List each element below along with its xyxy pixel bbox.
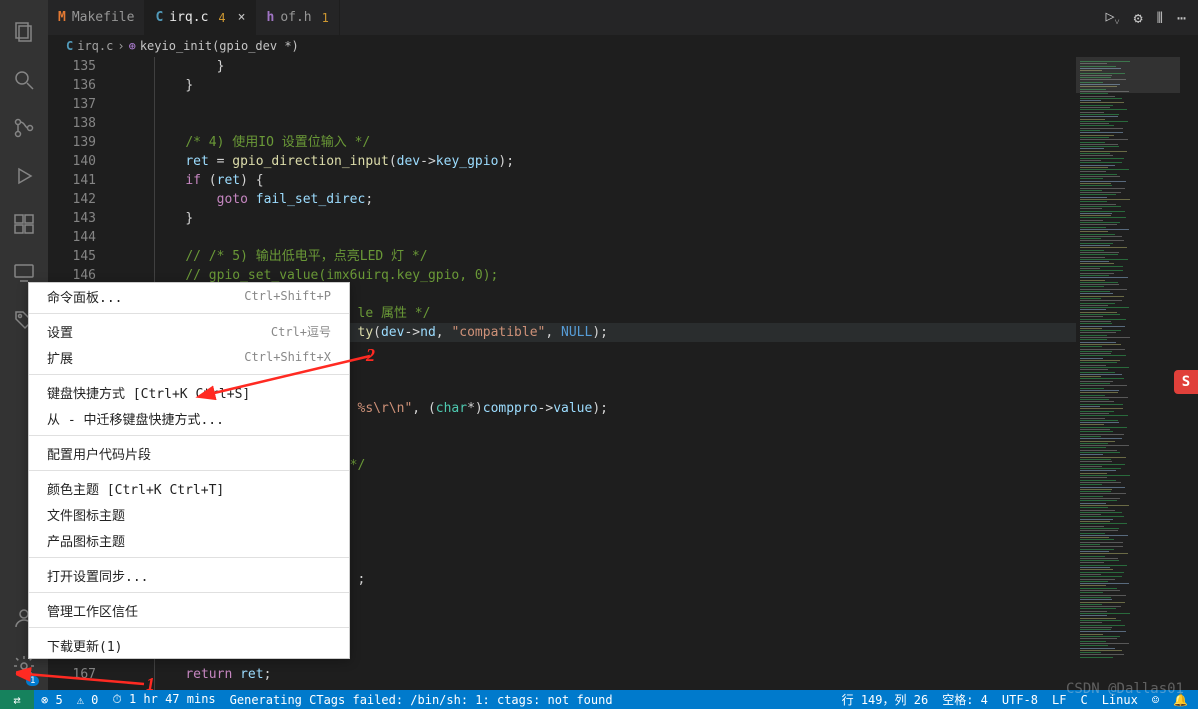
- status-encoding[interactable]: UTF-8: [995, 690, 1045, 709]
- menu-item[interactable]: 下载更新(1): [29, 632, 349, 658]
- symbol-icon: ⊕: [129, 39, 136, 53]
- code-line[interactable]: if (ret) {: [118, 171, 1076, 190]
- menu-item-shortcut: Ctrl+Shift+X: [244, 350, 331, 364]
- menu-item-label: 管理工作区信任: [47, 601, 138, 620]
- code-line[interactable]: }: [118, 76, 1076, 95]
- menu-item-label: 命令面板...: [47, 287, 122, 306]
- run-icon[interactable]: ▷˅: [1106, 7, 1120, 28]
- menu-item[interactable]: 设置 Ctrl+逗号: [29, 318, 349, 344]
- code-line[interactable]: // /* 5) 输出低电平，点亮LED 灯 */: [118, 247, 1076, 266]
- menu-separator: [29, 313, 349, 314]
- manage-context-menu: 命令面板... Ctrl+Shift+P 设置 Ctrl+逗号扩展 Ctrl+Shift…: [28, 282, 350, 659]
- dirty-indicator: 1: [322, 11, 329, 25]
- file-type-icon: C: [66, 39, 73, 53]
- remote-indicator[interactable]: ⇄: [0, 690, 34, 709]
- file-type-icon: C: [155, 10, 163, 25]
- menu-separator: [29, 592, 349, 593]
- tab-label: of.h: [280, 10, 311, 25]
- code-line[interactable]: [118, 228, 1076, 247]
- breadcrumb-symbol: keyio_init(gpio_dev *): [140, 39, 299, 53]
- status-timer[interactable]: ⏱ 1 hr 47 mins: [105, 690, 222, 709]
- status-bar: ⇄ ⊗ 5 ⚠ 0 ⏱ 1 hr 47 mins Generating CTag…: [0, 690, 1198, 709]
- tab-irq-c[interactable]: Cirq.c 4 ×: [145, 0, 256, 35]
- status-indent[interactable]: 空格: 4: [935, 690, 995, 709]
- watermark: CSDN @Dallas01: [1066, 681, 1184, 697]
- menu-separator: [29, 435, 349, 436]
- breadcrumb[interactable]: C irq.c › ⊕ keyio_init(gpio_dev *): [48, 35, 1198, 57]
- more-icon[interactable]: ⋯: [1177, 9, 1186, 27]
- menu-separator: [29, 470, 349, 471]
- menu-item-label: 设置: [47, 322, 73, 341]
- menu-item-label: 颜色主题 [Ctrl+K Ctrl+T]: [47, 479, 224, 498]
- menu-item[interactable]: 配置用户代码片段: [29, 440, 349, 466]
- status-message[interactable]: Generating CTags failed: /bin/sh: 1: cta…: [223, 690, 620, 709]
- code-line[interactable]: goto fail_set_direc;: [118, 190, 1076, 209]
- breadcrumb-file: irq.c: [77, 39, 113, 53]
- close-icon[interactable]: ×: [238, 10, 246, 25]
- menu-separator: [29, 374, 349, 375]
- menu-item[interactable]: 管理工作区信任: [29, 597, 349, 623]
- menu-item[interactable]: 文件图标主题: [29, 501, 349, 527]
- side-badge: S: [1174, 370, 1198, 394]
- run-debug-icon[interactable]: [0, 152, 48, 200]
- menu-item-shortcut: Ctrl+逗号: [271, 323, 331, 340]
- code-line[interactable]: return ret;: [118, 665, 1076, 684]
- tab-label: irq.c: [169, 10, 208, 25]
- menu-item-label: 从 - 中迁移键盘快捷方式...: [47, 409, 224, 428]
- menu-separator: [29, 627, 349, 628]
- menu-item[interactable]: 产品图标主题: [29, 527, 349, 553]
- menu-item-shortcut: Ctrl+Shift+P: [244, 289, 331, 303]
- menu-item-label: 配置用户代码片段: [47, 444, 151, 463]
- code-line[interactable]: [118, 95, 1076, 114]
- extensions-icon[interactable]: [0, 200, 48, 248]
- code-line[interactable]: /* 4) 使用IO 设置位输入 */: [118, 133, 1076, 152]
- menu-item[interactable]: 键盘快捷方式 [Ctrl+K Ctrl+S]: [29, 379, 349, 405]
- settings-gear-icon[interactable]: ⚙: [1134, 9, 1143, 27]
- source-control-icon[interactable]: [0, 104, 48, 152]
- minimap[interactable]: [1076, 57, 1180, 690]
- menu-item-label: 产品图标主题: [47, 531, 125, 550]
- menu-item-label: 键盘快捷方式 [Ctrl+K Ctrl+S]: [47, 383, 250, 402]
- menu-item-label: 打开设置同步...: [47, 566, 148, 585]
- tab-makefile[interactable]: M Makefile: [48, 0, 145, 35]
- file-type-icon: M: [58, 10, 66, 25]
- code-line[interactable]: ret = gpio_direction_input(dev->key_gpio…: [118, 152, 1076, 171]
- menu-item-label: 文件图标主题: [47, 505, 125, 524]
- editor-tabs: M Makefile Cirq.c 4 × h of.h 1 ▷˅ ⚙ ⫴ ⋯: [48, 0, 1198, 35]
- menu-item-label: 下载更新(1): [47, 636, 122, 655]
- menu-item[interactable]: 命令面板... Ctrl+Shift+P: [29, 283, 349, 309]
- tab-label: Makefile: [72, 10, 135, 25]
- menu-item[interactable]: 扩展 Ctrl+Shift+X: [29, 344, 349, 370]
- annotation-label-1: 1: [146, 674, 155, 695]
- dirty-indicator: 4: [218, 11, 225, 25]
- code-line[interactable]: }: [118, 57, 1076, 76]
- code-line[interactable]: [118, 114, 1076, 133]
- annotation-label-2: 2: [366, 345, 375, 366]
- menu-separator: [29, 557, 349, 558]
- menu-item[interactable]: 打开设置同步...: [29, 562, 349, 588]
- search-icon[interactable]: [0, 56, 48, 104]
- status-errors[interactable]: ⊗ 5: [34, 690, 70, 709]
- status-warnings[interactable]: ⚠ 0: [70, 690, 106, 709]
- file-type-icon: h: [266, 10, 274, 25]
- menu-item[interactable]: 颜色主题 [Ctrl+K Ctrl+T]: [29, 475, 349, 501]
- split-editor-icon[interactable]: ⫴: [1157, 9, 1163, 27]
- explorer-icon[interactable]: [0, 8, 48, 56]
- tab-of-h[interactable]: h of.h 1: [256, 0, 339, 35]
- menu-item[interactable]: 从 - 中迁移键盘快捷方式...: [29, 405, 349, 431]
- status-cursor-pos[interactable]: 行 149，列 26: [835, 690, 936, 709]
- code-line[interactable]: }: [118, 209, 1076, 228]
- menu-item-label: 扩展: [47, 348, 73, 367]
